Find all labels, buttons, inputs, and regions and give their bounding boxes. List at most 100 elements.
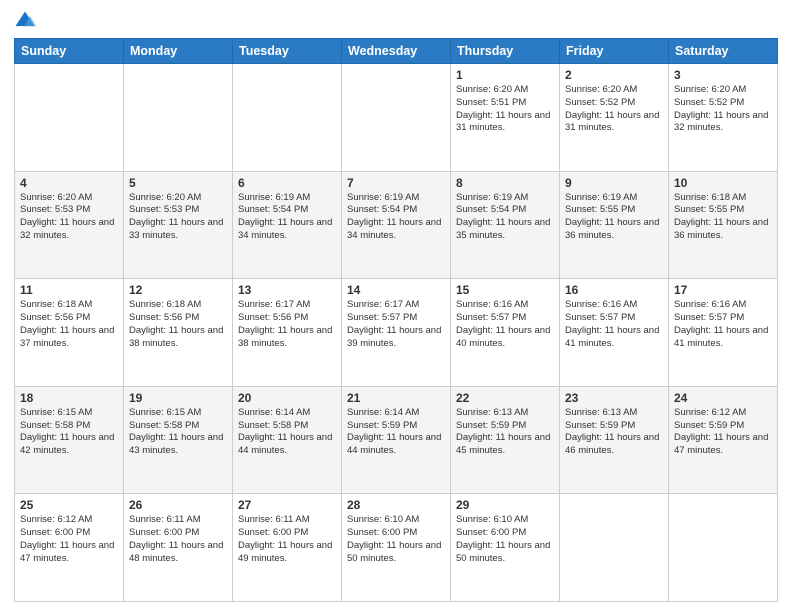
calendar-cell: 23Sunrise: 6:13 AM Sunset: 5:59 PM Dayli…: [560, 386, 669, 494]
day-number: 11: [20, 283, 118, 297]
day-number: 18: [20, 391, 118, 405]
calendar-header-saturday: Saturday: [669, 39, 778, 64]
day-info: Sunrise: 6:20 AM Sunset: 5:52 PM Dayligh…: [565, 84, 663, 135]
day-number: 20: [238, 391, 336, 405]
calendar-cell: 11 Sunrise: 6:18 AM Sunset: 5:56 PM Dayli…: [15, 279, 124, 387]
day-info: Sunrise: 6:20 AM Sunset: 5:53 PM Dayligh…: [20, 192, 118, 243]
day-number: 12: [129, 283, 227, 297]
calendar-cell: 29 Sunrise: 6:10 AM Sunset: 6:00 PM Dayli…: [451, 494, 560, 602]
day-info: Sunrise: 6:19 AM Sunset: 5:55 PM Dayligh…: [565, 192, 663, 243]
day-number: 4: [20, 176, 118, 190]
page: SundayMondayTuesdayWednesdayThursdayFrid…: [0, 0, 792, 612]
calendar-header-friday: Friday: [560, 39, 669, 64]
calendar-cell: 8 Sunrise: 6:19 AM Sunset: 5:54 PM Daylig…: [451, 171, 560, 279]
calendar-table: SundayMondayTuesdayWednesdayThursdayFrid…: [14, 38, 778, 602]
day-number: 27: [238, 498, 336, 512]
logo: [14, 10, 40, 32]
day-info: Sunrise: 6:13 AM Sunset: 5:59 PM Dayligh…: [565, 407, 663, 458]
day-number: 5: [129, 176, 227, 190]
calendar-cell: 5 Sunrise: 6:20 AM Sunset: 5:53 PM Daylig…: [124, 171, 233, 279]
calendar-header-thursday: Thursday: [451, 39, 560, 64]
calendar-cell: 19 Sunrise: 6:15 AM Sunset: 5:58 PM Dayli…: [124, 386, 233, 494]
header: [14, 10, 778, 32]
calendar-cell: 18 Sunrise: 6:15 AM Sunset: 5:58 PM Dayli…: [15, 386, 124, 494]
day-info: Sunrise: 6:13 AM Sunset: 5:59 PM Dayligh…: [456, 407, 554, 458]
calendar-cell: 14 Sunrise: 6:17 AM Sunset: 5:57 PM Dayli…: [342, 279, 451, 387]
calendar-cell: 13 Sunrise: 6:17 AM Sunset: 5:56 PM Dayli…: [233, 279, 342, 387]
day-info: Sunrise: 6:19 AM Sunset: 5:54 PM Dayligh…: [347, 192, 445, 243]
day-info: Sunrise: 6:17 AM Sunset: 5:56 PM Dayligh…: [238, 299, 336, 350]
day-info: Sunrise: 6:14 AM Sunset: 5:59 PM Dayligh…: [347, 407, 445, 458]
day-info: Sunrise: 6:15 AM Sunset: 5:58 PM Dayligh…: [129, 407, 227, 458]
day-info: Sunrise: 6:12 AM Sunset: 6:00 PM Dayligh…: [20, 514, 118, 565]
day-info: Sunrise: 6:20 AM Sunset: 5:51 PM Dayligh…: [456, 84, 554, 135]
calendar-cell: 9Sunrise: 6:19 AM Sunset: 5:55 PM Daylig…: [560, 171, 669, 279]
day-number: 16: [565, 283, 663, 297]
day-info: Sunrise: 6:12 AM Sunset: 5:59 PM Dayligh…: [674, 407, 772, 458]
day-number: 8: [456, 176, 554, 190]
calendar-cell: [669, 494, 778, 602]
calendar-cell: 7 Sunrise: 6:19 AM Sunset: 5:54 PM Daylig…: [342, 171, 451, 279]
calendar-cell: 28 Sunrise: 6:10 AM Sunset: 6:00 PM Dayli…: [342, 494, 451, 602]
day-number: 19: [129, 391, 227, 405]
calendar-cell: 4 Sunrise: 6:20 AM Sunset: 5:53 PM Daylig…: [15, 171, 124, 279]
day-number: 13: [238, 283, 336, 297]
day-number: 3: [674, 68, 772, 82]
calendar-cell: 1 Sunrise: 6:20 AM Sunset: 5:51 PM Daylig…: [451, 64, 560, 172]
day-number: 14: [347, 283, 445, 297]
day-info: Sunrise: 6:18 AM Sunset: 5:56 PM Dayligh…: [20, 299, 118, 350]
day-info: Sunrise: 6:11 AM Sunset: 6:00 PM Dayligh…: [129, 514, 227, 565]
calendar-header-tuesday: Tuesday: [233, 39, 342, 64]
day-number: 2: [565, 68, 663, 82]
calendar-cell: 17Sunrise: 6:16 AM Sunset: 5:57 PM Dayli…: [669, 279, 778, 387]
day-info: Sunrise: 6:16 AM Sunset: 5:57 PM Dayligh…: [456, 299, 554, 350]
calendar-cell: [233, 64, 342, 172]
day-info: Sunrise: 6:19 AM Sunset: 5:54 PM Dayligh…: [456, 192, 554, 243]
calendar-header-wednesday: Wednesday: [342, 39, 451, 64]
day-number: 10: [674, 176, 772, 190]
day-number: 26: [129, 498, 227, 512]
day-number: 7: [347, 176, 445, 190]
day-info: Sunrise: 6:16 AM Sunset: 5:57 PM Dayligh…: [674, 299, 772, 350]
day-info: Sunrise: 6:18 AM Sunset: 5:55 PM Dayligh…: [674, 192, 772, 243]
calendar-cell: [560, 494, 669, 602]
calendar-cell: 24 Sunrise: 6:12 AM Sunset: 5:59 PM Dayli…: [669, 386, 778, 494]
calendar-week-2: 4 Sunrise: 6:20 AM Sunset: 5:53 PM Daylig…: [15, 171, 778, 279]
calendar-cell: 26 Sunrise: 6:11 AM Sunset: 6:00 PM Dayli…: [124, 494, 233, 602]
day-info: Sunrise: 6:10 AM Sunset: 6:00 PM Dayligh…: [456, 514, 554, 565]
calendar-header-monday: Monday: [124, 39, 233, 64]
day-number: 22: [456, 391, 554, 405]
day-info: Sunrise: 6:18 AM Sunset: 5:56 PM Dayligh…: [129, 299, 227, 350]
calendar-cell: 16 Sunrise: 6:16 AM Sunset: 5:57 PM Dayli…: [560, 279, 669, 387]
calendar-cell: [124, 64, 233, 172]
calendar-cell: 22 Sunrise: 6:13 AM Sunset: 5:59 PM Dayli…: [451, 386, 560, 494]
calendar-week-1: 1 Sunrise: 6:20 AM Sunset: 5:51 PM Daylig…: [15, 64, 778, 172]
day-info: Sunrise: 6:20 AM Sunset: 5:53 PM Dayligh…: [129, 192, 227, 243]
day-number: 29: [456, 498, 554, 512]
calendar-cell: 12 Sunrise: 6:18 AM Sunset: 5:56 PM Dayli…: [124, 279, 233, 387]
calendar-cell: 15Sunrise: 6:16 AM Sunset: 5:57 PM Dayli…: [451, 279, 560, 387]
day-info: Sunrise: 6:11 AM Sunset: 6:00 PM Dayligh…: [238, 514, 336, 565]
calendar-cell: 27 Sunrise: 6:11 AM Sunset: 6:00 PM Dayli…: [233, 494, 342, 602]
calendar-week-4: 18 Sunrise: 6:15 AM Sunset: 5:58 PM Dayli…: [15, 386, 778, 494]
day-info: Sunrise: 6:20 AM Sunset: 5:52 PM Dayligh…: [674, 84, 772, 135]
calendar-cell: 21 Sunrise: 6:14 AM Sunset: 5:59 PM Dayli…: [342, 386, 451, 494]
calendar-cell: [342, 64, 451, 172]
day-info: Sunrise: 6:19 AM Sunset: 5:54 PM Dayligh…: [238, 192, 336, 243]
day-number: 21: [347, 391, 445, 405]
calendar-cell: 2 Sunrise: 6:20 AM Sunset: 5:52 PM Daylig…: [560, 64, 669, 172]
day-number: 28: [347, 498, 445, 512]
day-number: 6: [238, 176, 336, 190]
day-info: Sunrise: 6:16 AM Sunset: 5:57 PM Dayligh…: [565, 299, 663, 350]
calendar-cell: 25 Sunrise: 6:12 AM Sunset: 6:00 PM Dayli…: [15, 494, 124, 602]
day-number: 24: [674, 391, 772, 405]
day-info: Sunrise: 6:10 AM Sunset: 6:00 PM Dayligh…: [347, 514, 445, 565]
day-info: Sunrise: 6:15 AM Sunset: 5:58 PM Dayligh…: [20, 407, 118, 458]
day-info: Sunrise: 6:17 AM Sunset: 5:57 PM Dayligh…: [347, 299, 445, 350]
calendar-cell: 3 Sunrise: 6:20 AM Sunset: 5:52 PM Daylig…: [669, 64, 778, 172]
calendar-header-sunday: Sunday: [15, 39, 124, 64]
calendar-cell: [15, 64, 124, 172]
day-number: 25: [20, 498, 118, 512]
day-number: 1: [456, 68, 554, 82]
calendar-header-row: SundayMondayTuesdayWednesdayThursdayFrid…: [15, 39, 778, 64]
